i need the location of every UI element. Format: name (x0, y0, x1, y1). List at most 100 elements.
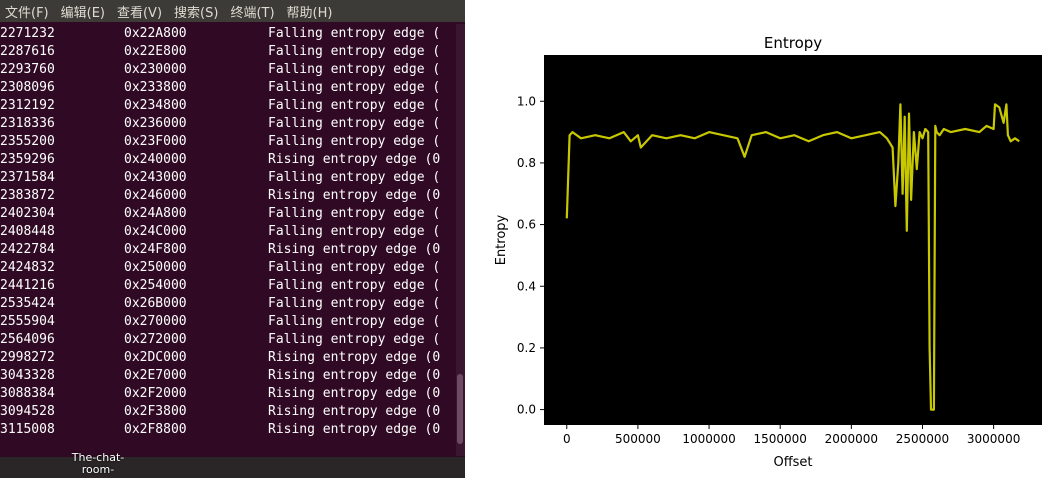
terminal-line: 2318336 0x236000 Falling entropy edge ( (0, 115, 465, 133)
edge-description: Falling entropy edge ( (268, 80, 441, 95)
edge-description: Rising entropy edge (0 (268, 242, 441, 257)
decimal-offset: 2424832 (0, 260, 55, 275)
edge-description: Falling entropy edge ( (268, 206, 441, 221)
decimal-offset: 3088384 (0, 386, 55, 401)
edge-description: Falling entropy edge ( (268, 134, 441, 149)
edge-description: Falling entropy edge ( (268, 44, 441, 59)
hex-offset: 0x24A800 (124, 206, 187, 221)
terminal-line: 2998272 0x2DC000 Rising entropy edge (0 (0, 349, 465, 367)
edge-description: Rising entropy edge (0 (268, 350, 441, 365)
decimal-offset: 2293760 (0, 62, 55, 77)
terminal-line: 3088384 0x2F2000 Rising entropy edge (0 (0, 385, 465, 403)
terminal-line: 2424832 0x250000 Falling entropy edge ( (0, 259, 465, 277)
edge-description: Falling entropy edge ( (268, 260, 441, 275)
hex-offset: 0x234800 (124, 98, 187, 113)
hex-offset: 0x233800 (124, 80, 187, 95)
x-tick-label: 2000000 (825, 432, 878, 446)
edge-description: Falling entropy edge ( (268, 314, 441, 329)
terminal-scrollbar[interactable] (456, 24, 465, 456)
terminal-line: 2271232 0x22A800 Falling entropy edge ( (0, 25, 465, 43)
terminal-line: 2564096 0x272000 Falling entropy edge ( (0, 331, 465, 349)
edge-description: Rising entropy edge (0 (268, 188, 441, 203)
chart-title: Entropy (764, 34, 822, 52)
terminal-line: 2312192 0x234800 Falling entropy edge ( (0, 97, 465, 115)
decimal-offset: 2287616 (0, 44, 55, 59)
decimal-offset: 3115008 (0, 422, 55, 437)
decimal-offset: 2555904 (0, 314, 55, 329)
menu-file[interactable]: 文件(F) (0, 2, 56, 21)
decimal-offset: 2422784 (0, 242, 55, 257)
desktop-icon-label[interactable]: The-chat-room- (60, 452, 136, 476)
decimal-offset: 2355200 (0, 134, 55, 149)
decimal-offset: 2359296 (0, 152, 55, 167)
edge-description: Falling entropy edge ( (268, 332, 441, 347)
hex-offset: 0x272000 (124, 332, 187, 347)
decimal-offset: 2535424 (0, 296, 55, 311)
terminal-menubar: 文件(F) 编辑(E) 查看(V) 搜索(S) 终端(T) 帮助(H) (0, 0, 465, 22)
hex-offset: 0x22E800 (124, 44, 187, 59)
terminal-line: 2293760 0x230000 Falling entropy edge ( (0, 61, 465, 79)
edge-description: Falling entropy edge ( (268, 278, 441, 293)
decimal-offset: 2408448 (0, 224, 55, 239)
terminal-line: 2422784 0x24F800 Rising entropy edge (0 (0, 241, 465, 259)
x-tick-label: 1500000 (753, 432, 806, 446)
x-axis-label: Offset (773, 455, 812, 470)
x-tick-label: 0 (563, 432, 571, 446)
terminal-output[interactable]: 2271232 0x22A800 Falling entropy edge (228… (0, 25, 465, 439)
hex-offset: 0x24F800 (124, 242, 187, 257)
terminal-line: 2359296 0x240000 Rising entropy edge (0 (0, 151, 465, 169)
menu-terminal[interactable]: 终端(T) (225, 2, 281, 21)
menu-search[interactable]: 搜索(S) (169, 2, 225, 21)
hex-offset: 0x2F2000 (124, 386, 187, 401)
menu-edit[interactable]: 编辑(E) (56, 2, 112, 21)
hex-offset: 0x254000 (124, 278, 187, 293)
x-tick-label: 3000000 (967, 432, 1020, 446)
y-tick-label: 0.6 (517, 218, 536, 232)
edge-description: Falling entropy edge ( (268, 98, 441, 113)
y-axis-label: Entropy (494, 214, 509, 265)
decimal-offset: 2383872 (0, 188, 55, 203)
hex-offset: 0x23F000 (124, 134, 187, 149)
hex-offset: 0x2E7000 (124, 368, 187, 383)
edge-description: Rising entropy edge (0 (268, 368, 441, 383)
terminal-line: 2308096 0x233800 Falling entropy edge ( (0, 79, 465, 97)
terminal-line: 2371584 0x243000 Falling entropy edge ( (0, 169, 465, 187)
terminal-line: 3043328 0x2E7000 Rising entropy edge (0 (0, 367, 465, 385)
y-tick-label: 1.0 (517, 94, 536, 108)
decimal-offset: 2318336 (0, 116, 55, 131)
scrollbar-thumb[interactable] (457, 374, 463, 444)
edge-description: Falling entropy edge ( (268, 116, 441, 131)
edge-description: Rising entropy edge (0 (268, 422, 441, 437)
y-tick-label: 0.0 (517, 403, 536, 417)
y-tick-label: 0.2 (517, 341, 536, 355)
terminal-line: 2383872 0x246000 Rising entropy edge (0 (0, 187, 465, 205)
hex-offset: 0x250000 (124, 260, 187, 275)
y-tick-label: 0.8 (517, 156, 536, 170)
hex-offset: 0x236000 (124, 116, 187, 131)
decimal-offset: 3094528 (0, 404, 55, 419)
hex-offset: 0x230000 (124, 62, 187, 77)
hex-offset: 0x240000 (124, 152, 187, 167)
hex-offset: 0x243000 (124, 170, 187, 185)
x-tick-label: 2500000 (896, 432, 949, 446)
terminal-line: 2441216 0x254000 Falling entropy edge ( (0, 277, 465, 295)
edge-description: Falling entropy edge ( (268, 26, 441, 41)
x-tick-label: 1000000 (682, 432, 735, 446)
menu-view[interactable]: 查看(V) (112, 2, 169, 21)
menu-help[interactable]: 帮助(H) (282, 2, 340, 21)
hex-offset: 0x22A800 (124, 26, 187, 41)
terminal-line: 2287616 0x22E800 Falling entropy edge ( (0, 43, 465, 61)
edge-description: Rising entropy edge (0 (268, 152, 441, 167)
hex-offset: 0x2DC000 (124, 350, 187, 365)
hex-offset: 0x270000 (124, 314, 187, 329)
hex-offset: 0x2F3800 (124, 404, 187, 419)
y-tick-label: 0.4 (517, 279, 536, 293)
hex-offset: 0x246000 (124, 188, 187, 203)
terminal-window[interactable]: 文件(F) 编辑(E) 查看(V) 搜索(S) 终端(T) 帮助(H) 2271… (0, 0, 465, 478)
plot-area (544, 55, 1042, 425)
edge-description: Falling entropy edge ( (268, 224, 441, 239)
terminal-line: 3115008 0x2F8800 Rising entropy edge (0 (0, 421, 465, 439)
entropy-chart: Entropy Offset Entropy 0 500000 1000000 150000… (494, 34, 1042, 470)
terminal-line: 2535424 0x26B000 Falling entropy edge ( (0, 295, 465, 313)
decimal-offset: 2998272 (0, 350, 55, 365)
